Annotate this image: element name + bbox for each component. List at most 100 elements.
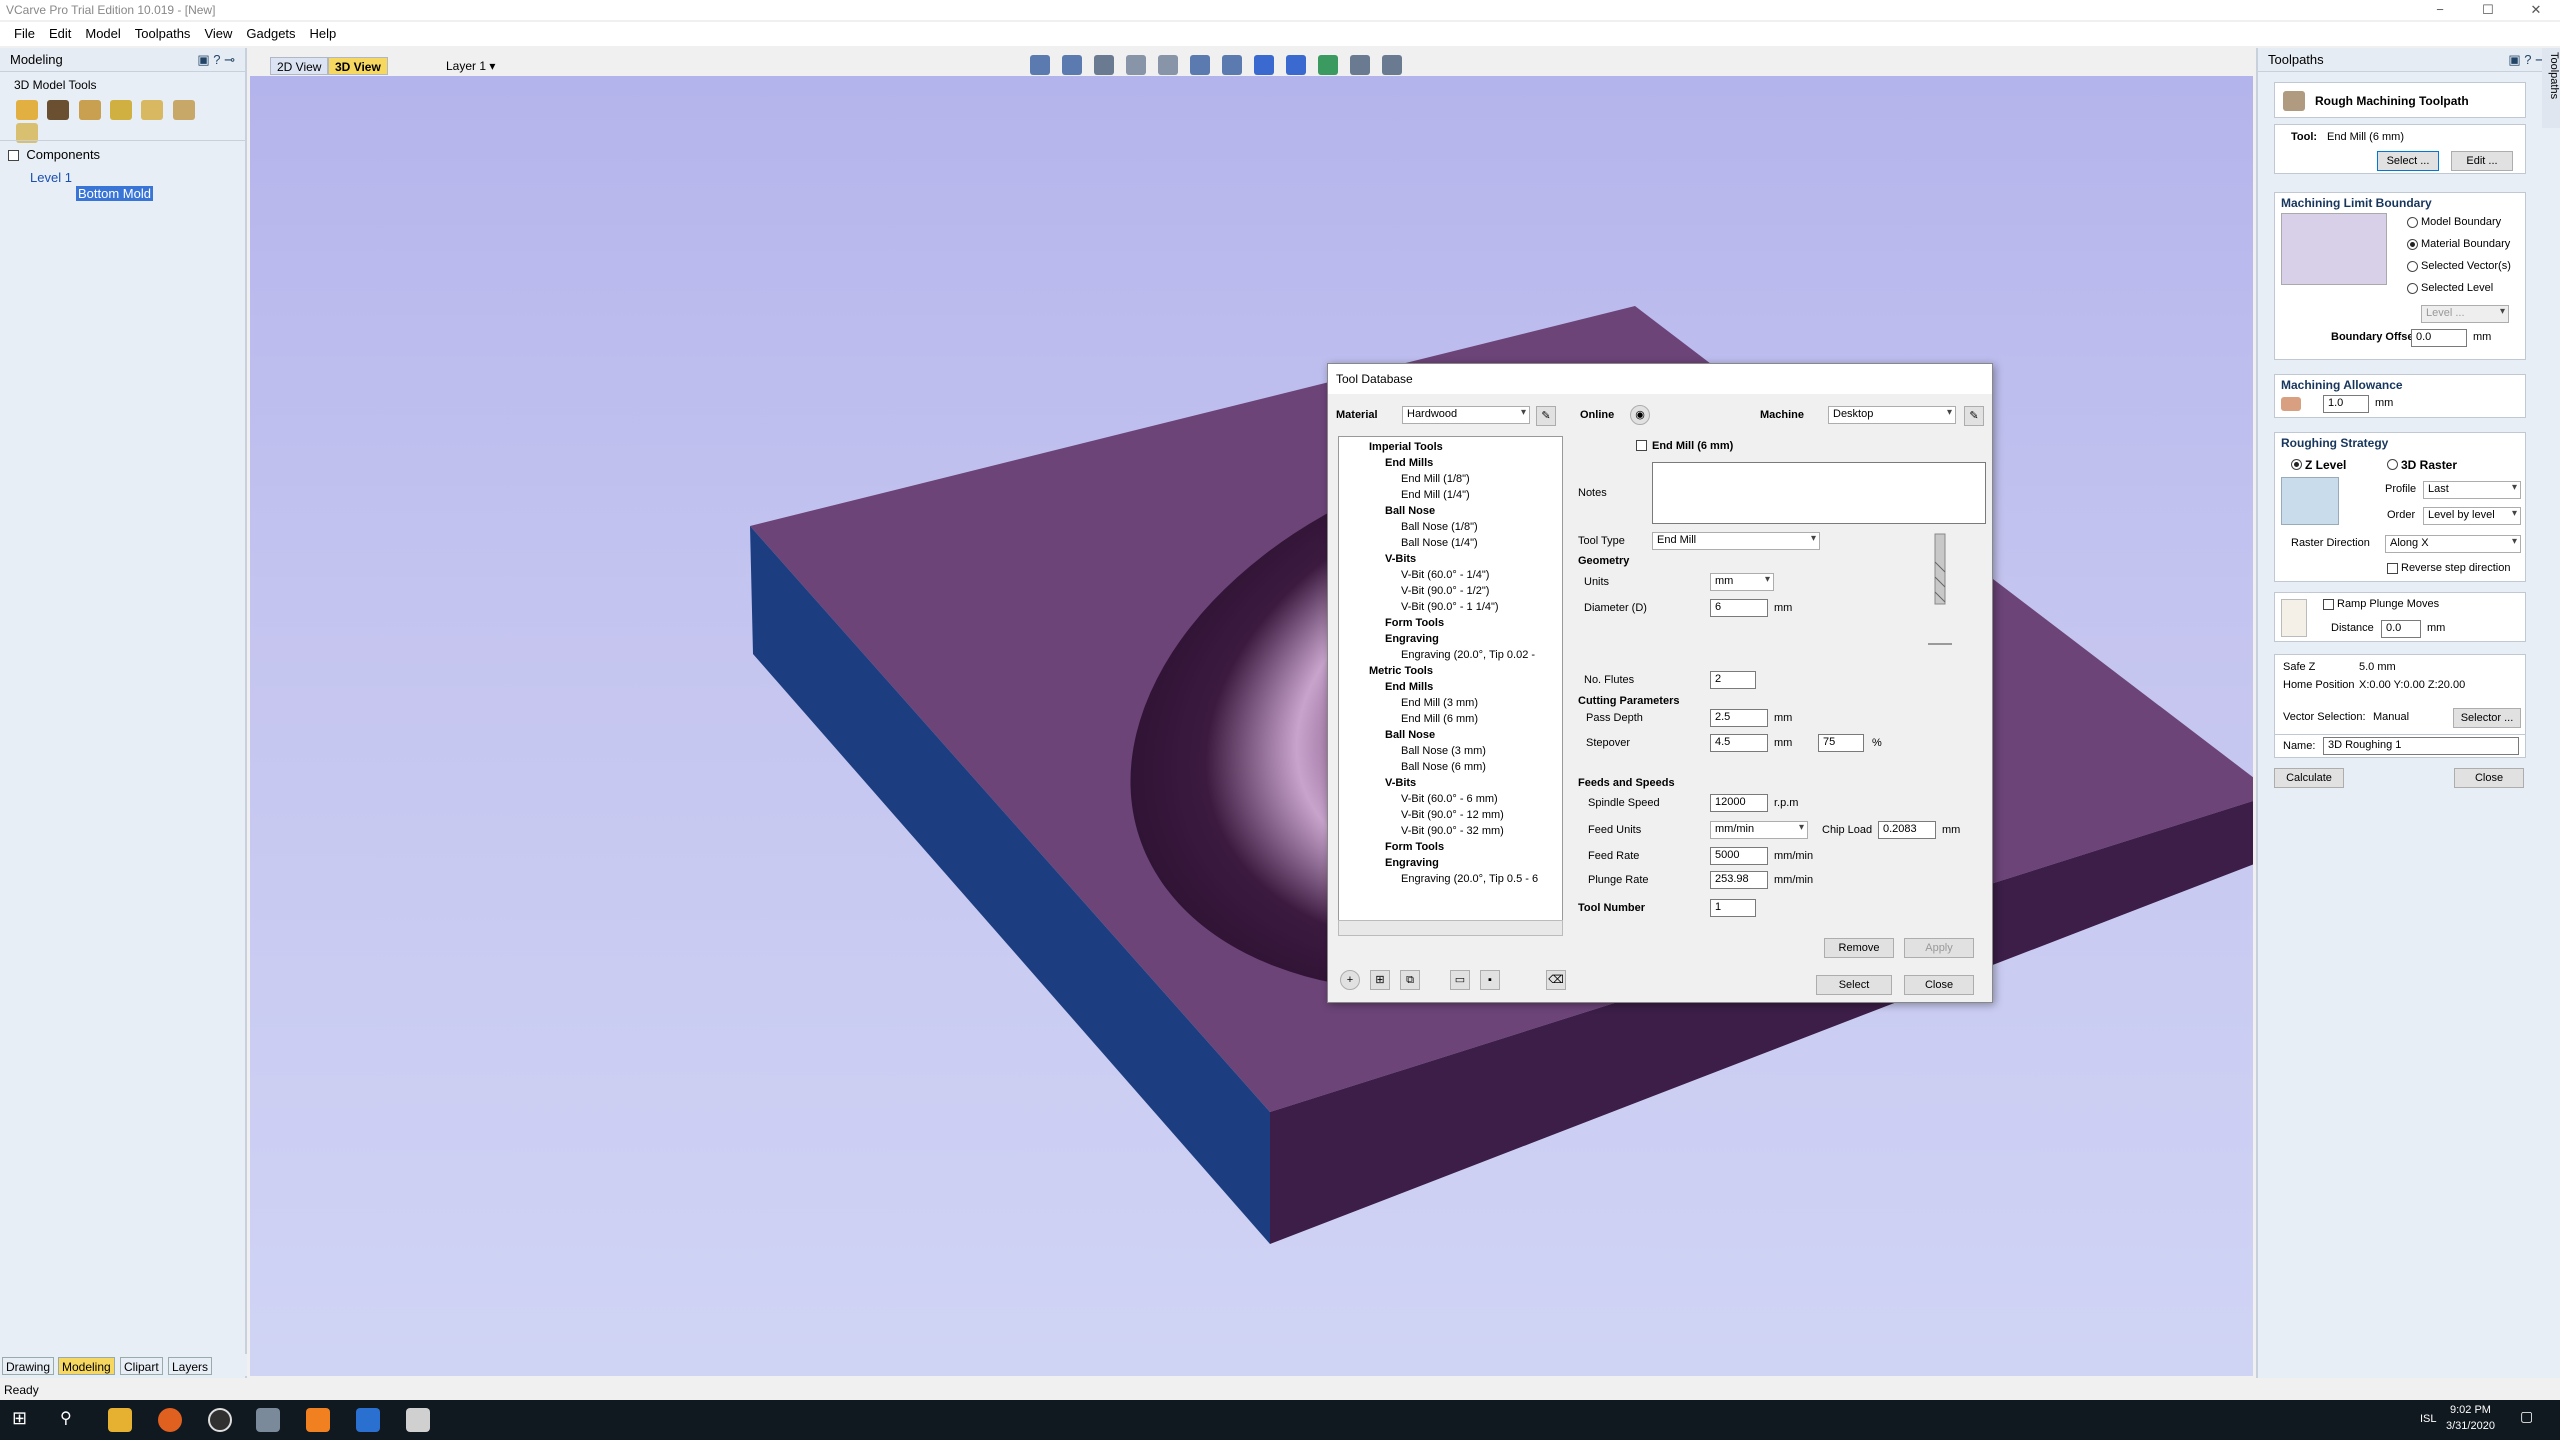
calculate-button[interactable]: Calculate <box>2274 768 2344 788</box>
order-combo[interactable]: Level by level <box>2423 507 2521 525</box>
toolnum-input[interactable]: 1 <box>1710 899 1756 917</box>
photos-icon[interactable] <box>406 1408 430 1432</box>
language-indicator[interactable]: ISL <box>2420 1413 2437 1425</box>
pin-icon[interactable]: ▣ ? ⊸ <box>197 52 235 68</box>
menu-help[interactable]: Help <box>310 26 337 42</box>
tree-group-item[interactable]: End Mills <box>1385 681 1433 693</box>
zoom-extents-icon[interactable] <box>1030 55 1050 75</box>
menu-model[interactable]: Model <box>85 26 120 42</box>
tree-tool-item[interactable]: End Mill (3 mm) <box>1401 697 1478 709</box>
chipload-input[interactable]: 0.2083 <box>1878 821 1936 839</box>
firefox-icon[interactable] <box>158 1408 182 1432</box>
snap-icon[interactable] <box>1094 55 1114 75</box>
tree-tool-item[interactable]: End Mill (1/4") <box>1401 489 1470 501</box>
tree-tool-item[interactable]: V-Bit (90.0° - 12 mm) <box>1401 809 1504 821</box>
pan-icon[interactable] <box>1126 55 1146 75</box>
reverse-step-checkbox[interactable] <box>2387 563 2398 574</box>
zoom-icon[interactable] <box>1158 55 1178 75</box>
menu-toolpaths[interactable]: Toolpaths <box>135 26 191 42</box>
material-edit-icon[interactable]: ✎ <box>1536 406 1556 426</box>
tree-tool-item[interactable]: Ball Nose (6 mm) <box>1401 761 1486 773</box>
vcarve-icon[interactable] <box>356 1408 380 1432</box>
layout-icon[interactable] <box>1350 55 1370 75</box>
boundary-model-radio[interactable] <box>2407 217 2418 228</box>
boundary-material-radio[interactable] <box>2407 239 2418 250</box>
feedunits-combo[interactable]: mm/min <box>1710 821 1808 839</box>
machine-combo[interactable]: Desktop <box>1828 406 1956 424</box>
notifications-icon[interactable]: ▢ <box>2520 1408 2544 1432</box>
raster-direction-combo[interactable]: Along X <box>2385 535 2521 553</box>
machine-edit-icon[interactable]: ✎ <box>1964 406 1984 426</box>
boundary-level-combo[interactable]: Level ... <box>2421 305 2509 323</box>
split-view-icon[interactable] <box>1382 55 1402 75</box>
zoom-box-icon[interactable] <box>1190 55 1210 75</box>
tree-component-bottom-mold[interactable]: Bottom Mold <box>76 186 153 201</box>
tree-tool-item[interactable]: Ball Nose (1/4") <box>1401 537 1478 549</box>
zlevel-radio[interactable] <box>2291 459 2302 470</box>
remove-button[interactable]: Remove <box>1824 938 1894 958</box>
name-input[interactable]: 3D Roughing 1 <box>2323 737 2519 755</box>
online-user-icon[interactable]: ◉ <box>1630 405 1650 425</box>
dialog-close-button[interactable]: Close <box>1904 975 1974 995</box>
file-explorer-icon[interactable] <box>108 1408 132 1432</box>
tab-layers[interactable]: Layers <box>168 1357 213 1375</box>
apply-button[interactable]: Apply <box>1904 938 1974 958</box>
menu-view[interactable]: View <box>204 26 232 42</box>
boundary-level-radio[interactable] <box>2407 283 2418 294</box>
tree-horizontal-scrollbar[interactable] <box>1338 920 1563 936</box>
tree-group-item[interactable]: Imperial Tools <box>1369 441 1443 453</box>
slice-icon[interactable] <box>141 100 164 120</box>
tree-group-item[interactable]: V-Bits <box>1385 777 1416 789</box>
tree-tool-item[interactable]: Engraving (20.0°, Tip 0.5 - 6 <box>1401 873 1538 885</box>
tree-tool-item[interactable]: Ball Nose (3 mm) <box>1401 745 1486 757</box>
delete-tool-icon[interactable]: ⌫ <box>1546 970 1566 990</box>
panel-close-button[interactable]: Close <box>2454 768 2524 788</box>
components-checkbox[interactable] <box>8 150 19 162</box>
tree-group-item[interactable]: Form Tools <box>1385 841 1444 853</box>
tree-group-item[interactable]: Form Tools <box>1385 617 1444 629</box>
close-window-button[interactable]: ✕ <box>2516 0 2556 20</box>
menu-file[interactable]: File <box>14 26 35 42</box>
boundary-vectors-radio[interactable] <box>2407 261 2418 272</box>
add-group-icon[interactable]: ⊞ <box>1370 970 1390 990</box>
tree-group-item[interactable]: End Mills <box>1385 457 1433 469</box>
tree-tool-item[interactable]: V-Bit (60.0° - 1/4") <box>1401 569 1489 581</box>
save-icon[interactable]: ▪ <box>1480 970 1500 990</box>
tree-tool-item[interactable]: Engraving (20.0°, Tip 0.02 - <box>1401 649 1535 661</box>
plunge-input[interactable]: 253.98 <box>1710 871 1768 889</box>
allowance-input[interactable]: 1.0 <box>2323 395 2369 413</box>
tree-tool-item[interactable]: End Mill (1/8") <box>1401 473 1470 485</box>
spindle-input[interactable]: 12000 <box>1710 794 1768 812</box>
clock-date[interactable]: 3/31/2020 <box>2446 1420 2495 1432</box>
tree-tool-item[interactable]: V-Bit (90.0° - 1 1/4") <box>1401 601 1499 613</box>
move-icon[interactable] <box>78 100 101 120</box>
tree-group-item[interactable]: Ball Nose <box>1385 505 1435 517</box>
passdepth-input[interactable]: 2.5 <box>1710 709 1768 727</box>
tool-name-edit-icon[interactable] <box>1636 440 1647 451</box>
rotate-icon[interactable] <box>1254 55 1274 75</box>
grid-icon[interactable] <box>1062 55 1082 75</box>
clock-time[interactable]: 9:02 PM <box>2450 1404 2491 1416</box>
tree-group-item[interactable]: Ball Nose <box>1385 729 1435 741</box>
fusion-icon[interactable] <box>306 1408 330 1432</box>
tree-tool-item[interactable]: V-Bit (90.0° - 32 mm) <box>1401 825 1504 837</box>
menu-gadgets[interactable]: Gadgets <box>246 26 295 42</box>
tab-3d-view[interactable]: 3D View <box>328 57 388 75</box>
tree-tool-item[interactable]: Ball Nose (1/8") <box>1401 521 1478 533</box>
mold-icon[interactable] <box>172 100 195 120</box>
add-tool-icon[interactable]: + <box>1340 970 1360 990</box>
render-icon[interactable] <box>1318 55 1338 75</box>
minimize-button[interactable]: − <box>2420 0 2460 20</box>
panel-pin-icon[interactable]: ▣ ? ⊸ <box>2508 52 2546 68</box>
tooltype-combo[interactable]: End Mill <box>1652 532 1820 550</box>
dialog-select-button[interactable]: Select <box>1816 975 1892 995</box>
units-combo[interactable]: mm <box>1710 573 1774 591</box>
tree-level-1[interactable]: Level 1 <box>30 170 72 185</box>
feedrate-input[interactable]: 5000 <box>1710 847 1768 865</box>
maximize-button[interactable]: ☐ <box>2468 0 2508 20</box>
start-icon[interactable]: ⊞ <box>12 1408 36 1432</box>
tree-group-item[interactable]: Engraving <box>1385 633 1439 645</box>
tab-2d-view[interactable]: 2D View <box>270 57 329 75</box>
measure-icon[interactable] <box>1286 55 1306 75</box>
flutes-input[interactable]: 2 <box>1710 671 1756 689</box>
